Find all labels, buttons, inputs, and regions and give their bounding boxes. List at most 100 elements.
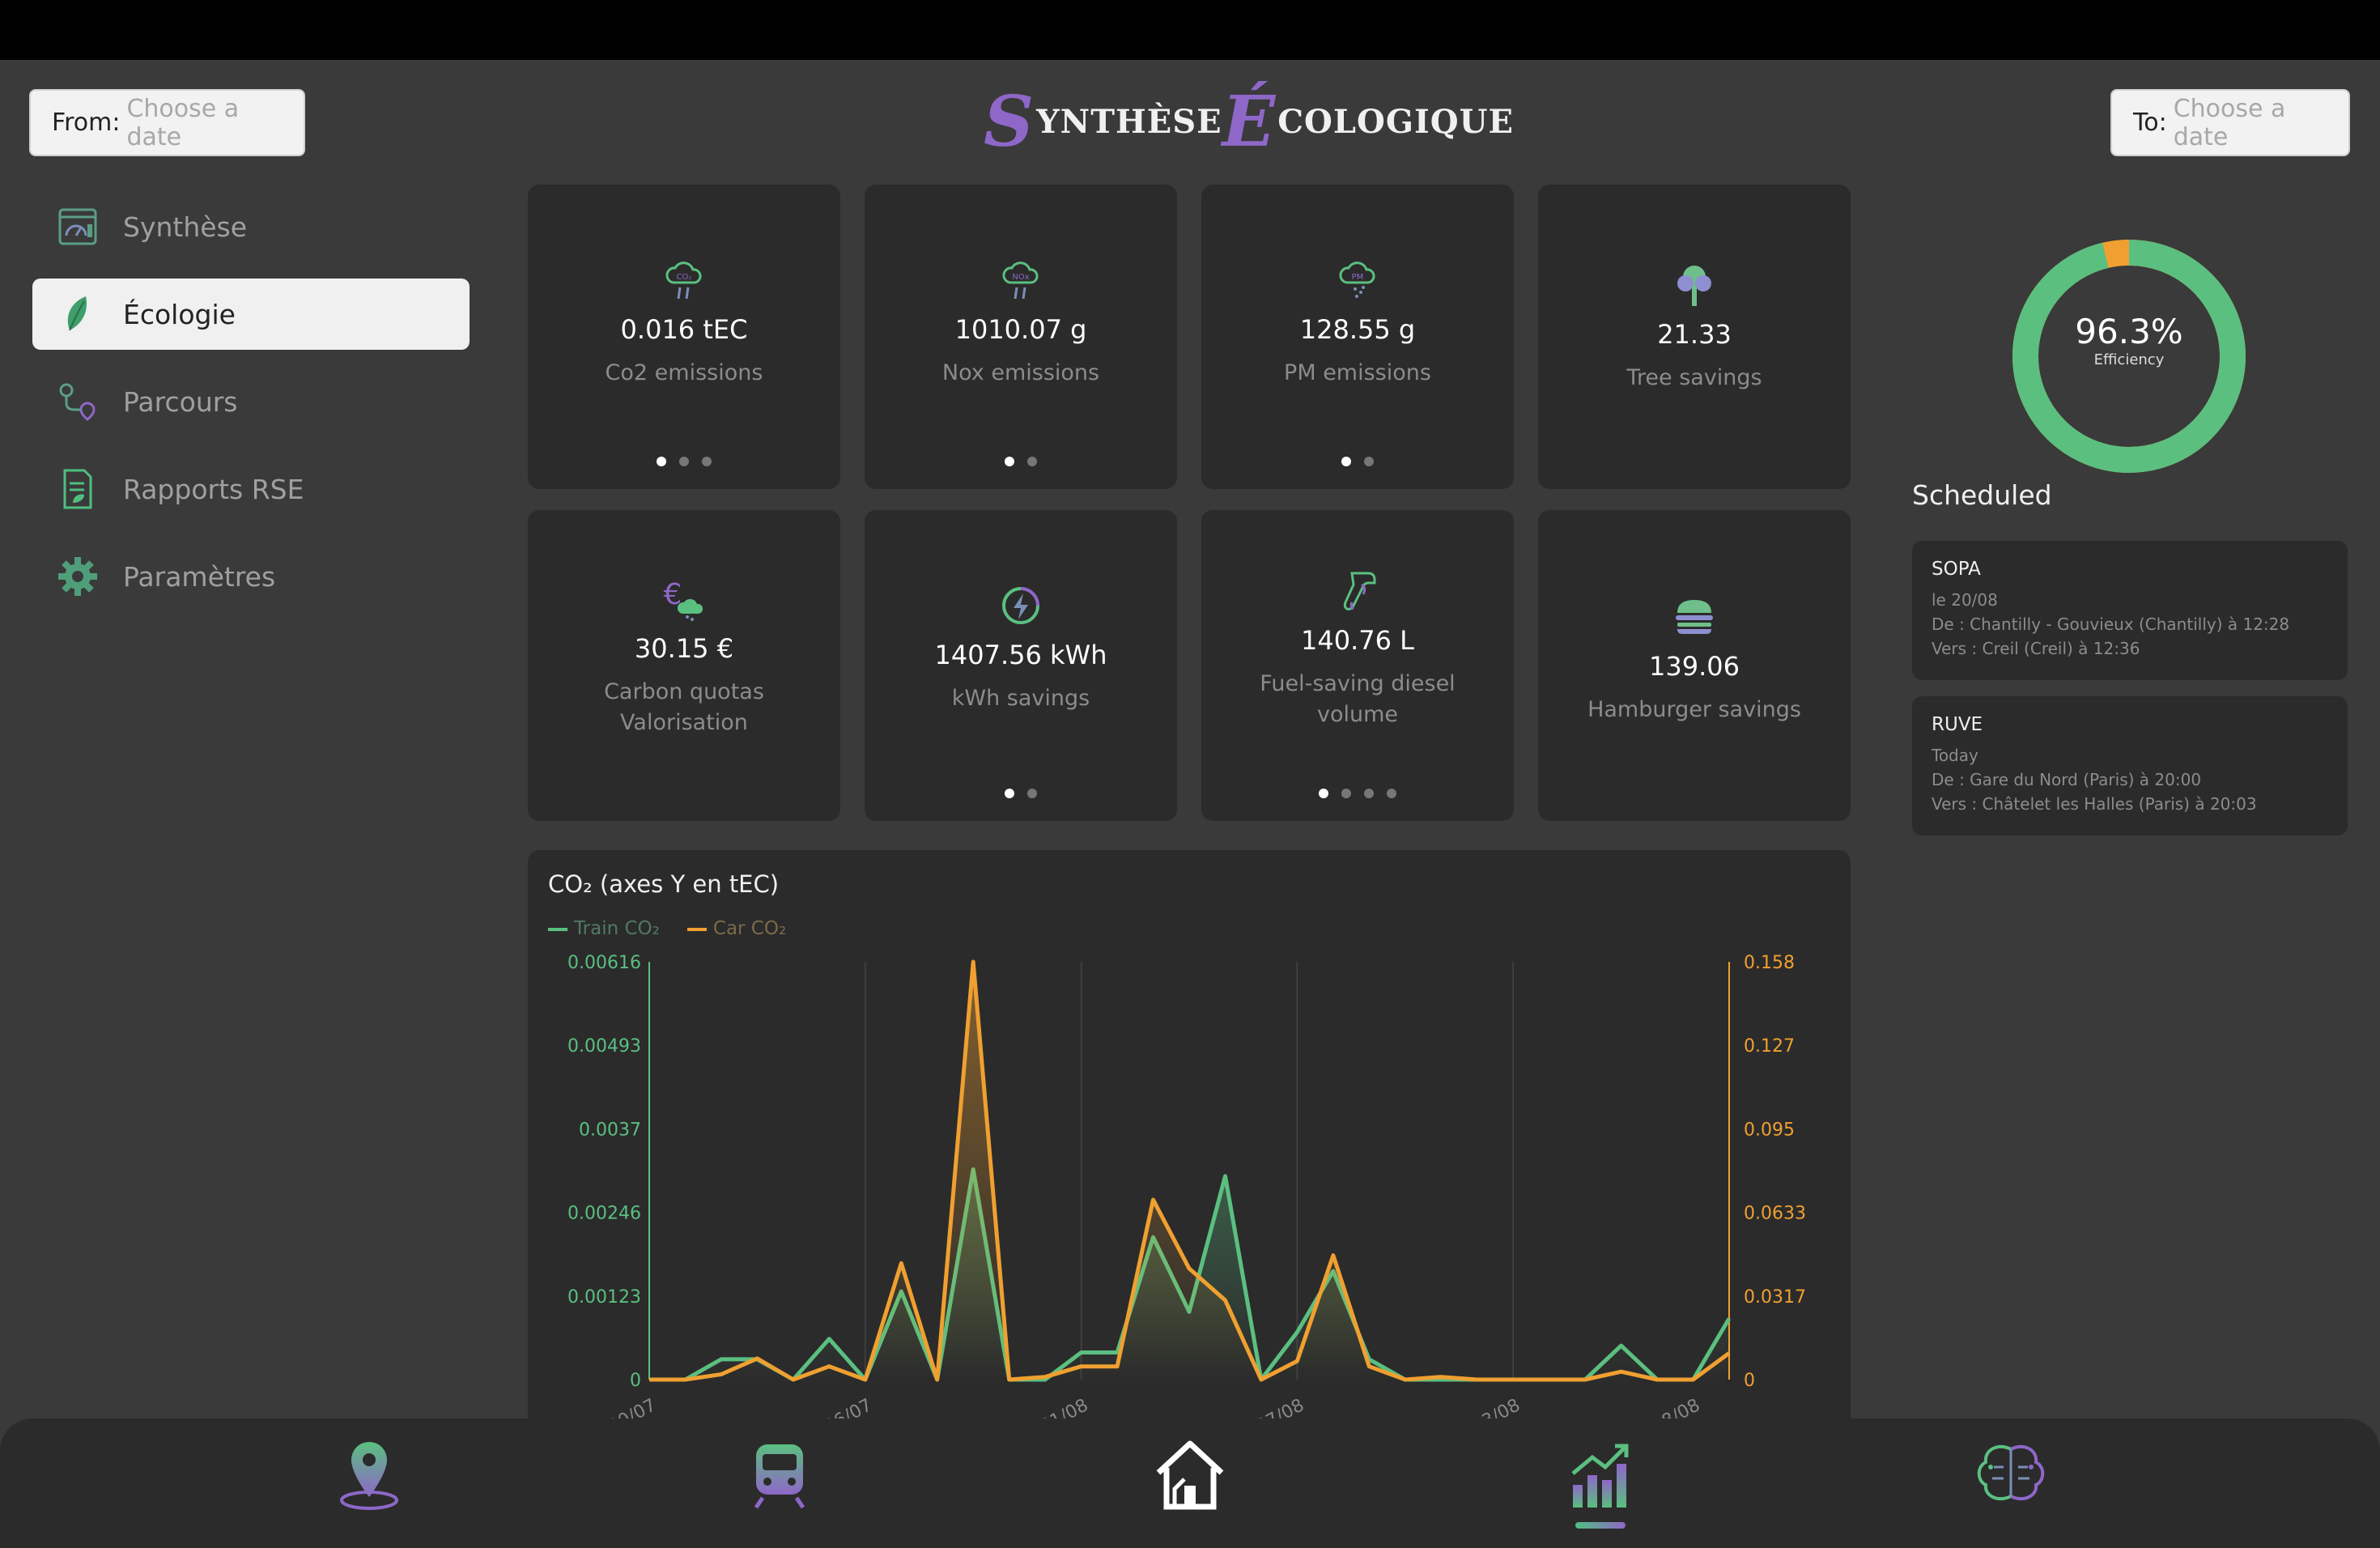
carousel-dots[interactable] [528, 457, 840, 466]
co2-cloud-icon: CO₂ [661, 257, 707, 303]
home-icon [1154, 1439, 1226, 1515]
svg-text:PM: PM [1352, 273, 1364, 282]
carousel-dot[interactable] [1341, 789, 1351, 798]
left-tick-label: 0.00123 [567, 1287, 641, 1308]
card-carbon-quotas[interactable]: € 30.15 € Carbon quotas Valorisation [528, 510, 840, 821]
right-tick-label: 0.095 [1744, 1120, 1795, 1140]
carousel-dot[interactable] [1005, 457, 1014, 466]
gauge-label: 96.3% Efficiency [2000, 312, 2259, 368]
carousel-dot[interactable] [1319, 789, 1328, 798]
sidebar-item-parcours[interactable]: Parcours [32, 366, 470, 437]
left-tick-label: 0.00616 [567, 953, 641, 973]
right-tick-label: 0.158 [1744, 953, 1795, 973]
sidebar-item-label: Paramètres [123, 560, 276, 593]
carousel-dot[interactable] [1005, 789, 1014, 798]
card-value: 0.016 tEC [620, 314, 748, 345]
svg-text:NOx: NOx [1012, 273, 1029, 282]
gauge-caption: Efficiency [2093, 351, 2165, 368]
card-label: PM emissions [1284, 360, 1431, 385]
right-tick-label: 0 [1744, 1371, 1755, 1391]
scheduled-from: De : Chantilly - Gouvieux (Chantilly) à … [1932, 615, 2290, 634]
scheduled-item[interactable]: RUVE Today De : Gare du Nord (Paris) à 2… [1912, 696, 2348, 836]
card-nox-emissions[interactable]: NOx 1010.07 g Nox emissions [865, 185, 1177, 489]
card-label: Fuel-saving diesel volume [1260, 669, 1455, 730]
scheduled-name: SOPA [1932, 559, 1981, 580]
bottom-nav-home[interactable] [1151, 1438, 1229, 1516]
scheduled-to: Vers : Châtelet les Halles (Paris) à 20:… [1932, 794, 2257, 814]
card-value: 30.15 € [634, 633, 734, 664]
carousel-dots[interactable] [1201, 789, 1514, 798]
card-fuel-saving[interactable]: 140.76 L Fuel-saving diesel volume [1201, 510, 1514, 821]
co2-chart-card: CO₂ (axes Y en tEC) Train CO₂ Car CO₂ 00… [528, 850, 1851, 1514]
sidebar-item-rapports-rse[interactable]: Rapports RSE [32, 453, 470, 525]
carousel-dot[interactable] [679, 457, 689, 466]
tree-icon [1672, 262, 1717, 308]
to-placeholder: Choose a date [2173, 94, 2286, 151]
card-label: kWh savings [951, 686, 1090, 711]
card-label-line2: Valorisation [620, 710, 748, 735]
left-tick-label: 0.00493 [567, 1036, 641, 1057]
bottom-nav-statistics[interactable] [1562, 1438, 1639, 1516]
scheduled-from: De : Gare du Nord (Paris) à 20:00 [1932, 770, 2202, 789]
carousel-dot[interactable] [702, 457, 712, 466]
carousel-dots[interactable] [1201, 457, 1514, 466]
from-date-button[interactable]: From: Choose a date [29, 89, 305, 156]
carousel-dot[interactable] [1027, 457, 1037, 466]
card-label-line1: Fuel-saving diesel [1260, 671, 1456, 696]
card-label-line2: volume [1316, 702, 1398, 727]
card-co2-emissions[interactable]: CO₂ 0.016 tEC Co2 emissions [528, 185, 840, 489]
dashboard-icon [57, 206, 99, 248]
card-label: Tree savings [1626, 365, 1762, 390]
chart-icon [1568, 1441, 1633, 1512]
carousel-dot[interactable] [1341, 457, 1351, 466]
leaf-icon [57, 293, 99, 335]
carousel-dot[interactable] [657, 457, 666, 466]
carousel-dot[interactable] [1387, 789, 1396, 798]
scheduled-item[interactable]: SOPA le 20/08 De : Chantilly - Gouvieux … [1912, 541, 2348, 680]
gauge-percentage: 96.3% [2075, 312, 2183, 351]
card-label: Co2 emissions [605, 360, 763, 385]
carousel-dot[interactable] [1364, 789, 1374, 798]
card-pm-emissions[interactable]: PM 128.55 g PM emissions [1201, 185, 1514, 489]
to-date-button[interactable]: To: Choose a date [2110, 89, 2350, 156]
card-kwh-savings[interactable]: 1407.56 kWh kWh savings [865, 510, 1177, 821]
report-icon [57, 468, 99, 510]
sidebar-item-label: Écologie [123, 298, 236, 330]
card-tree-savings[interactable]: 21.33 Tree savings [1538, 185, 1851, 489]
from-placeholder: Choose a date [126, 94, 240, 151]
carousel-dots[interactable] [865, 789, 1177, 798]
left-tick-label: 0 [630, 1371, 641, 1391]
right-tick-label: 0.0633 [1744, 1204, 1806, 1224]
card-hamburger-savings[interactable]: 139.06 Hamburger savings [1538, 510, 1851, 821]
bottom-nav-ai[interactable] [1972, 1438, 2050, 1516]
logo-initial-e: É [1222, 80, 1277, 163]
bottom-nav-train[interactable] [741, 1438, 818, 1516]
scheduled-date: le 20/08 [1932, 590, 1998, 610]
sidebar-item-label: Synthèse [123, 211, 248, 243]
train-icon [751, 1441, 808, 1512]
euro-cloud-icon: € [661, 576, 707, 622]
from-label: From: [52, 108, 121, 137]
sidebar-item-label: Parcours [123, 385, 238, 418]
card-value: 1010.07 g [954, 314, 1087, 345]
sidebar-item-parametres[interactable]: Paramètres [32, 541, 470, 612]
brain-icon [1974, 1443, 2047, 1511]
card-label: Nox emissions [941, 360, 1100, 385]
left-tick-label: 0.0037 [579, 1120, 641, 1140]
bottom-nav-map[interactable] [330, 1438, 408, 1516]
nox-cloud-icon: NOx [998, 257, 1043, 303]
svg-text:CO₂: CO₂ [677, 273, 692, 282]
hamburger-icon [1672, 594, 1717, 640]
top-status-bar [0, 0, 2380, 60]
scheduled-date: Today [1932, 746, 1978, 765]
fuel-nozzle-icon [1335, 568, 1380, 614]
route-icon [57, 381, 99, 423]
sidebar-item-synthese[interactable]: Synthèse [32, 191, 470, 262]
right-tick-label: 0.127 [1744, 1036, 1795, 1057]
carousel-dot[interactable] [1027, 789, 1037, 798]
sidebar-item-ecologie[interactable]: Écologie [32, 279, 470, 350]
carousel-dots[interactable] [865, 457, 1177, 466]
card-value: 139.06 [1649, 651, 1740, 682]
carousel-dot[interactable] [1364, 457, 1374, 466]
sidebar-item-label: Rapports RSE [123, 473, 304, 505]
